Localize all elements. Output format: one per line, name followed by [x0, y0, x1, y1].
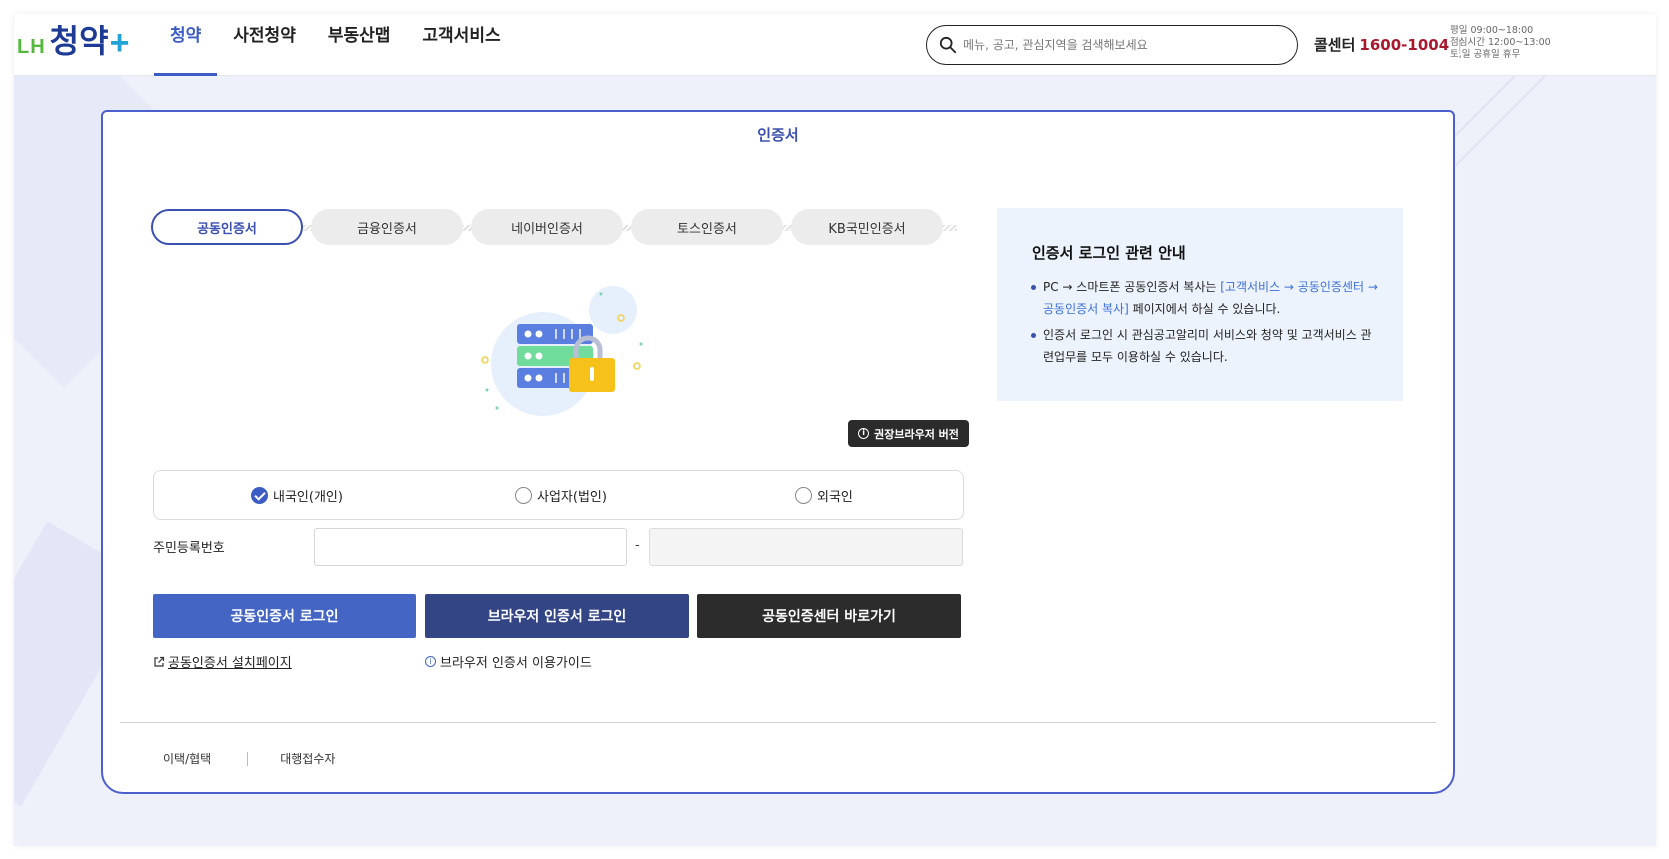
resident-number-separator: - — [635, 538, 640, 553]
tab-naver-certificate[interactable]: 네이버인증서 — [471, 209, 623, 245]
tab-toss-certificate[interactable]: 토스인증서 — [631, 209, 783, 245]
tab-joint-certificate[interactable]: 공동인증서 — [151, 209, 303, 245]
nav-item-realestate-map[interactable]: 부동산맵 — [312, 14, 407, 76]
radio-label: 내국인(개인) — [273, 489, 343, 505]
callcenter-label: 콜센터 — [1314, 36, 1356, 54]
info-title: 인증서 로그인 관련 안내 — [1032, 244, 1186, 262]
radio-foreigner[interactable]: 외국인 — [795, 486, 853, 505]
external-link-icon — [154, 656, 165, 667]
browser-cert-login-button[interactable]: 브라우저 인증서 로그인 — [425, 594, 689, 638]
radio-checked-icon — [251, 486, 268, 504]
browser-guide-label: 브라우저 인증서 이용가이드 — [440, 656, 592, 671]
radio-unchecked-icon — [515, 486, 532, 504]
search-icon[interactable] — [939, 36, 957, 54]
info-panel: 인증서 로그인 관련 안내 PC → 스마트폰 공동인증서 복사는 [고객서비스… — [997, 208, 1403, 401]
user-type-selector: 내국인(개인) 사업자(법인) 외국인 — [153, 470, 964, 520]
certificate-tabs: 공동인증서 금융인증서 네이버인증서 토스인증서 KB국민인증서 — [151, 209, 957, 245]
resident-number-front-input[interactable] — [314, 528, 627, 566]
lh-logo[interactable]: LH 청약 + — [17, 20, 129, 60]
certificate-login-card: 인증서 공동인증서 금융인증서 네이버인증서 토스인증서 KB국민인증서 i 권… — [101, 110, 1455, 794]
info-item: 인증서 로그인 시 관심공고알리미 서비스와 청약 및 고객서비스 관련업무를 … — [1030, 324, 1380, 368]
install-page-link[interactable]: 공동인증서 설치페이지 — [153, 652, 292, 671]
browser-guide-link[interactable]: i 브라우저 인증서 이용가이드 — [425, 652, 592, 671]
info-item: PC → 스마트폰 공동인증서 복사는 [고객서비스 → 공동인증센터 → 공동… — [1030, 276, 1380, 320]
page-title: 인증서 — [757, 126, 799, 144]
info-list: PC → 스마트폰 공동인증서 복사는 [고객서비스 → 공동인증센터 → 공동… — [1030, 276, 1380, 372]
footer-link[interactable]: 이택/협택 — [163, 750, 211, 767]
callcenter-hours: 평일 09:00~18:00 점심시간 12:00~13:00 토,일 공휴일 … — [1450, 25, 1551, 61]
info-icon: i — [425, 656, 436, 667]
main-nav: 청약 사전청약 부동산맵 고객서비스 — [154, 14, 517, 76]
hours-weekday: 평일 09:00~18:00 — [1450, 25, 1534, 36]
nav-item-subscription[interactable]: 청약 — [154, 14, 218, 76]
info-icon: i — [858, 428, 870, 439]
logo-plus-text: + — [109, 24, 130, 62]
radio-unchecked-icon — [795, 486, 812, 504]
radio-label: 외국인 — [817, 489, 853, 505]
hours-lunch: 점심시간 12:00~13:00 — [1450, 37, 1551, 48]
tab-kb-certificate[interactable]: KB국민인증서 — [791, 209, 943, 245]
radio-label: 사업자(법인) — [537, 489, 607, 505]
install-page-label: 공동인증서 설치페이지 — [168, 656, 292, 671]
radio-business[interactable]: 사업자(법인) — [515, 486, 607, 505]
hours-holiday: 토,일 공휴일 휴무 — [1450, 49, 1521, 60]
resident-number-back-input[interactable] — [649, 528, 963, 566]
resident-number-label: 주민등록번호 — [153, 541, 225, 556]
joint-cert-login-button[interactable]: 공동인증서 로그인 — [153, 594, 416, 638]
divider — [247, 751, 249, 766]
nav-item-pre-subscription[interactable]: 사전청약 — [217, 14, 312, 76]
callcenter-number[interactable]: 1600-1004 — [1359, 36, 1449, 54]
card-footer-links: 이택/협택 대행접수자 — [163, 750, 335, 767]
server-lock-illustration — [481, 286, 643, 416]
recommended-browser-button[interactable]: i 권장브라우저 버전 — [848, 420, 969, 447]
logo-lh-text: LH — [17, 36, 46, 58]
page-frame: LH 청약 + 청약 사전청약 부동산맵 고객서비스 콜센터 1600-1004… — [14, 14, 1656, 846]
callcenter: 콜센터 1600-1004 | — [1314, 34, 1470, 55]
recommended-browser-label: 권장브라우저 버전 — [874, 427, 959, 441]
info-item-text: PC → 스마트폰 공동인증서 복사는 — [1043, 280, 1221, 294]
site-header: LH 청약 + 청약 사전청약 부동산맵 고객서비스 콜센터 1600-1004… — [14, 14, 1656, 76]
divider — [120, 722, 1436, 723]
info-item-text: 페이지에서 하실 수 있습니다. — [1128, 302, 1281, 316]
footer-link[interactable]: 대행접수자 — [280, 750, 335, 767]
cert-center-button[interactable]: 공동인증센터 바로가기 — [697, 594, 961, 638]
nav-item-customer-service[interactable]: 고객서비스 — [406, 14, 516, 76]
search-input[interactable] — [963, 38, 1263, 52]
logo-main-text: 청약 — [49, 22, 109, 60]
radio-domestic-individual[interactable]: 내국인(개인) — [251, 486, 343, 505]
tab-financial-certificate[interactable]: 금융인증서 — [311, 209, 463, 245]
search-box — [926, 25, 1298, 65]
